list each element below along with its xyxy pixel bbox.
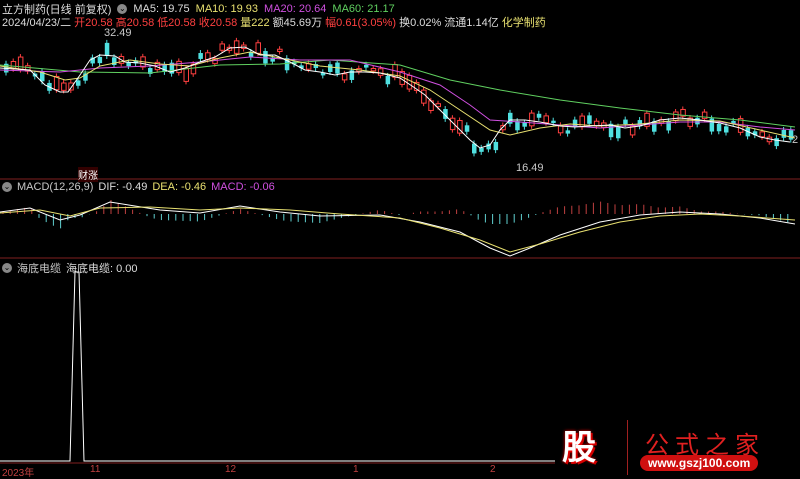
candle-body [464, 125, 470, 132]
high-price-label: 32.49 [104, 27, 132, 39]
candle-body [774, 138, 779, 147]
indicator-line [0, 271, 555, 462]
candle-body [406, 74, 413, 90]
chevron-down-icon[interactable]: ⌄ [2, 263, 12, 273]
event-tag[interactable]: 财涨 [78, 167, 98, 182]
candlesticks [4, 37, 794, 157]
candle-body [341, 73, 348, 81]
candle-body [68, 82, 74, 91]
candle-body [377, 68, 384, 76]
dif-value: DIF: -0.49 [98, 181, 148, 193]
macd-header: ⌄ MACD(12,26,9) DIF: -0.49 DEA: -0.46 MA… [2, 181, 275, 193]
candle-body [61, 82, 67, 91]
amount: 额45.69万 [272, 17, 323, 29]
chevron-down-icon[interactable]: ⌄ [2, 182, 12, 192]
candle-body [508, 112, 513, 124]
candle-body [565, 130, 571, 134]
volume: 量222 [240, 17, 270, 29]
x-tick: 2 [490, 464, 496, 475]
candle-body [17, 56, 24, 71]
macd-title: MACD(12,26,9) [17, 181, 94, 193]
candle-body [104, 42, 110, 56]
candle-body [515, 121, 520, 131]
chart-canvas[interactable] [0, 0, 800, 477]
candle-body [364, 64, 369, 68]
candle-body [385, 75, 391, 85]
candle-body [781, 129, 787, 138]
date: 2024/04/23/二 [2, 17, 72, 29]
logo-mark: 股 [562, 429, 596, 467]
candle-body [522, 122, 527, 127]
candle-body [623, 119, 628, 125]
candle-body [551, 120, 556, 124]
dif-line [0, 201, 796, 257]
float-shares: 流通1.14亿 [444, 17, 499, 29]
candle-body [198, 53, 203, 59]
candle-body [695, 117, 700, 125]
dea-line [0, 206, 796, 253]
indicator-value: 海底电缆: 0.00 [66, 263, 138, 275]
candle-body [255, 42, 261, 54]
logo-divider [627, 420, 628, 475]
candle-body [616, 126, 621, 139]
candle-body [328, 64, 333, 72]
candle-body [76, 80, 81, 86]
candle-body [572, 119, 578, 127]
x-tick: 12 [225, 464, 237, 475]
candle-body [716, 123, 722, 132]
candle-body [493, 141, 499, 151]
dea-value: DEA: -0.46 [152, 181, 207, 193]
logo-url: www.gszj100.com [640, 455, 759, 471]
change: 幅0.61(3.05%) [325, 17, 397, 29]
candle-body [587, 115, 592, 124]
candle-body [53, 75, 60, 91]
candle-body [126, 62, 131, 67]
candle-body [370, 67, 377, 72]
indicator-title: 海底电缆 [17, 263, 61, 275]
candle-body [529, 112, 535, 127]
x-tick: 1 [353, 464, 359, 475]
candle-body [543, 115, 549, 124]
macd-value: MACD: -0.06 [211, 181, 275, 193]
header-line-2: 2024/04/23/二 开20.58 高20.58 低20.58 收20.58… [2, 14, 546, 30]
candle-body [536, 113, 542, 118]
industry: 化学制药 [501, 17, 546, 29]
close: 收20.58 [198, 17, 238, 29]
candle-body [97, 56, 103, 64]
candle-body [183, 67, 189, 82]
low-price-label: 16.49 [516, 162, 544, 174]
candle-body [219, 43, 225, 51]
candle-body [421, 89, 427, 104]
low: 低20.58 [157, 17, 196, 29]
candle-body [759, 131, 765, 138]
candle-body [673, 111, 679, 122]
candle-body [277, 48, 283, 52]
chevron-down-icon[interactable]: ⌄ [117, 4, 128, 14]
right-price-label: 2 [792, 134, 799, 146]
turnover: 换0.02% [399, 17, 442, 29]
x-tick: 11 [90, 464, 101, 475]
candle-body [263, 51, 268, 64]
indicator-header: ⌄ 海底电缆 海底电缆: 0.00 [2, 260, 138, 276]
candle-body [724, 126, 729, 133]
